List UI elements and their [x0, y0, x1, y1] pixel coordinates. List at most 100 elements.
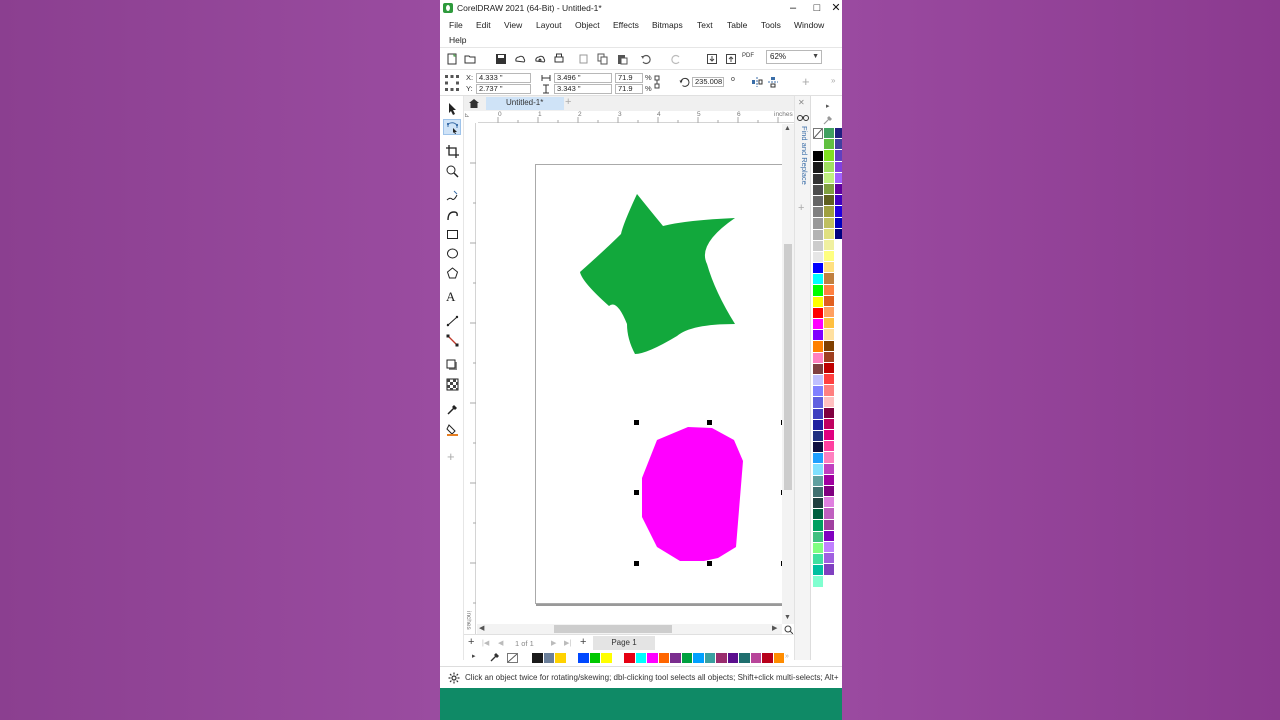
- minimize-button[interactable]: –: [782, 0, 804, 17]
- palette-menu-icon[interactable]: ▸: [826, 102, 830, 110]
- selection-handle[interactable]: [634, 561, 639, 566]
- color-swatch[interactable]: [824, 418, 834, 431]
- find-replace-docker-tab[interactable]: Find and Replace: [797, 126, 809, 206]
- color-swatch[interactable]: [824, 351, 834, 363]
- menu-object[interactable]: Object: [575, 20, 600, 30]
- color-swatch[interactable]: [635, 653, 647, 663]
- color-swatch[interactable]: [835, 161, 842, 173]
- color-swatch[interactable]: [824, 374, 834, 386]
- color-swatch[interactable]: [813, 374, 823, 387]
- color-swatch[interactable]: [824, 217, 834, 229]
- color-swatch[interactable]: [670, 653, 682, 663]
- color-swatch[interactable]: [824, 150, 834, 162]
- color-swatch[interactable]: [727, 653, 739, 663]
- color-swatch[interactable]: [681, 653, 693, 663]
- color-swatch[interactable]: [813, 553, 823, 566]
- color-swatch[interactable]: [824, 139, 834, 151]
- color-swatch[interactable]: [739, 653, 751, 663]
- color-swatch[interactable]: [835, 206, 842, 218]
- drawing-canvas[interactable]: [477, 124, 821, 624]
- add-docker-icon[interactable]: +: [798, 202, 804, 214]
- mirror-horizontal-icon[interactable]: [751, 76, 763, 88]
- color-swatch[interactable]: [824, 441, 834, 453]
- vertical-ruler[interactable]: inches: [464, 123, 476, 635]
- parallel-dimension-tool-icon[interactable]: [446, 315, 459, 328]
- zoom-level-field[interactable]: 62% ▼: [766, 50, 822, 64]
- color-swatch[interactable]: [824, 486, 834, 498]
- print-icon[interactable]: [553, 53, 565, 65]
- scale-height-field[interactable]: 71.9: [615, 84, 643, 94]
- color-swatch[interactable]: [813, 319, 823, 331]
- color-swatch[interactable]: [824, 519, 834, 531]
- menu-table[interactable]: Table: [727, 20, 747, 30]
- horizontal-ruler[interactable]: 0 1 2 3 4 5 6 inches: [478, 111, 794, 123]
- interactive-fill-tool-icon[interactable]: [446, 423, 459, 436]
- color-swatch[interactable]: [532, 653, 544, 663]
- ruler-origin-icon[interactable]: ⊾: [464, 111, 478, 123]
- color-swatch[interactable]: [813, 207, 823, 219]
- color-swatch[interactable]: [813, 218, 823, 230]
- color-swatch[interactable]: [813, 486, 823, 498]
- color-swatch[interactable]: [824, 295, 834, 307]
- color-swatch[interactable]: [824, 385, 834, 397]
- width-field[interactable]: 3.496 ": [554, 73, 612, 83]
- color-swatch[interactable]: [813, 240, 823, 252]
- connector-tool-icon[interactable]: [446, 334, 459, 347]
- copy-icon[interactable]: [597, 53, 609, 65]
- chevron-right-icon[interactable]: »: [831, 76, 835, 85]
- color-swatch[interactable]: [824, 128, 834, 140]
- rectangle-tool-icon[interactable]: [446, 228, 459, 241]
- new-tab-button[interactable]: +: [565, 96, 571, 108]
- color-swatch[interactable]: [813, 386, 823, 398]
- color-swatch[interactable]: [813, 363, 823, 375]
- next-page-icon[interactable]: ▶: [551, 639, 556, 647]
- color-swatch[interactable]: [835, 128, 842, 140]
- close-button[interactable]: ✕: [825, 0, 842, 17]
- color-swatch[interactable]: [813, 341, 823, 353]
- color-swatch[interactable]: [835, 228, 842, 240]
- color-swatch[interactable]: [824, 497, 834, 509]
- freehand-tool-icon[interactable]: [446, 189, 459, 202]
- pick-tool-icon[interactable]: [446, 102, 459, 115]
- publish-pdf-button[interactable]: PDF: [742, 53, 754, 59]
- color-swatch[interactable]: [813, 565, 823, 577]
- mirror-vertical-icon[interactable]: [767, 76, 779, 88]
- color-swatch[interactable]: [824, 195, 834, 207]
- menu-view[interactable]: View: [504, 20, 522, 30]
- color-swatch[interactable]: [824, 251, 834, 263]
- color-swatch[interactable]: [824, 452, 834, 464]
- color-swatch[interactable]: [704, 653, 716, 663]
- color-swatch[interactable]: [647, 653, 659, 663]
- menu-help[interactable]: Help: [449, 35, 466, 45]
- color-swatch[interactable]: [824, 273, 834, 285]
- ellipse-tool-icon[interactable]: [446, 247, 459, 260]
- color-swatch[interactable]: [824, 553, 834, 565]
- green-star-shape[interactable]: [580, 194, 735, 354]
- lock-ratio-icon[interactable]: [653, 75, 661, 89]
- color-swatch[interactable]: [813, 475, 823, 487]
- eyedropper-tool-icon[interactable]: [446, 403, 459, 416]
- color-swatch[interactable]: [835, 150, 842, 162]
- vertical-scrollbar[interactable]: ▲ ▼: [782, 124, 794, 624]
- export-icon[interactable]: [725, 53, 737, 65]
- palette-eyedropper-icon[interactable]: [823, 115, 833, 125]
- tab-page-1[interactable]: Page 1: [593, 636, 655, 650]
- color-swatch[interactable]: [813, 453, 823, 465]
- color-swatch[interactable]: [813, 576, 823, 588]
- color-swatch[interactable]: [824, 172, 834, 184]
- color-swatch[interactable]: [813, 251, 823, 264]
- redo-icon[interactable]: [670, 53, 682, 65]
- binoculars-icon[interactable]: [797, 112, 809, 122]
- color-swatch[interactable]: [835, 183, 842, 196]
- color-swatch[interactable]: [824, 362, 834, 375]
- chevron-down-icon[interactable]: ▼: [812, 51, 819, 63]
- selection-handle[interactable]: [634, 420, 639, 425]
- horizontal-scroll-thumb[interactable]: [554, 625, 672, 633]
- color-swatch[interactable]: [601, 653, 613, 663]
- menu-effects[interactable]: Effects: [613, 20, 639, 30]
- color-swatch[interactable]: [824, 396, 834, 408]
- color-swatch[interactable]: [555, 653, 567, 663]
- color-swatch[interactable]: [824, 318, 834, 330]
- eyedropper-icon[interactable]: [490, 652, 500, 662]
- color-swatch[interactable]: [813, 408, 823, 420]
